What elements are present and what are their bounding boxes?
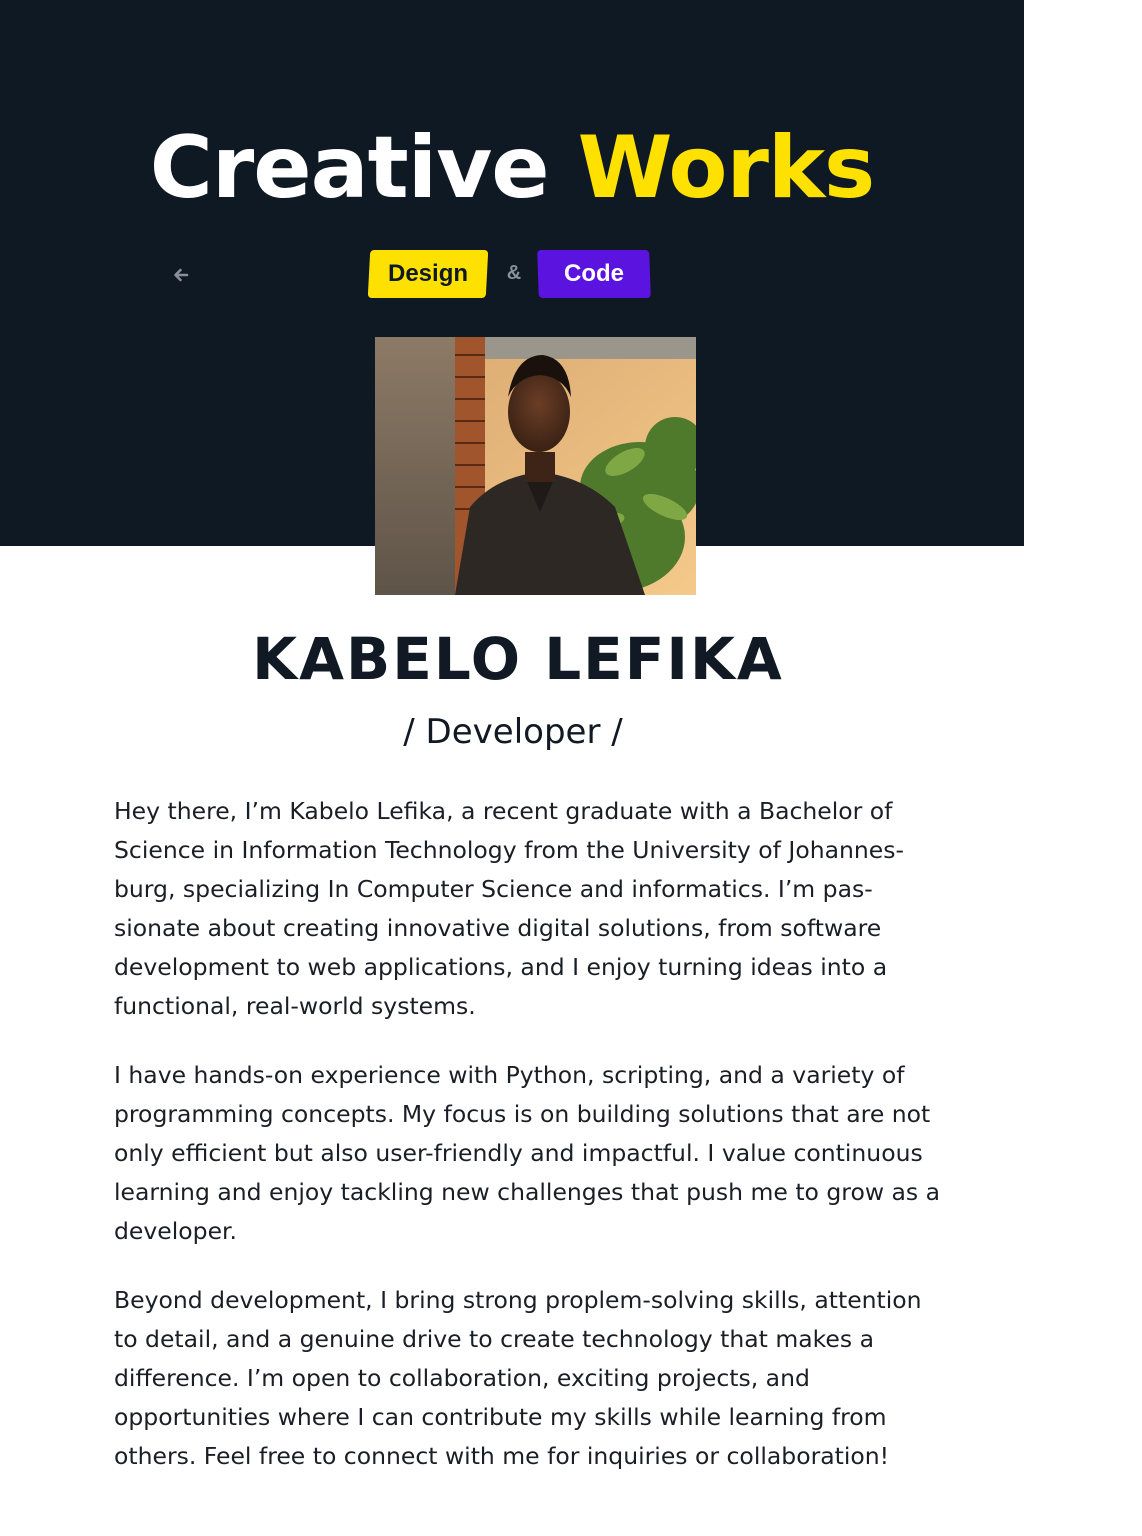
code-badge-label: Code bbox=[564, 260, 624, 287]
design-badge[interactable]: Design bbox=[367, 250, 489, 298]
title-main: Creative bbox=[149, 118, 578, 218]
code-badge[interactable]: Code bbox=[537, 250, 651, 298]
about-section: Hey there, I’m Kabelo Lefika, a recent g… bbox=[114, 792, 944, 1506]
arrow-left-icon[interactable] bbox=[168, 262, 194, 288]
profile-role: / Developer / bbox=[403, 712, 623, 752]
about-paragraph: I have hands-on experience with Python, … bbox=[114, 1061, 941, 1245]
arrow-left-svg bbox=[174, 268, 189, 282]
profile-photo bbox=[375, 337, 696, 595]
profile-name: KABELO LEFIKA bbox=[252, 625, 784, 693]
about-paragraph: Hey there, I’m Kabelo Lefika, a recent g… bbox=[114, 797, 904, 1020]
profile-photo-image bbox=[375, 337, 696, 595]
page-title: Creative Works bbox=[0, 118, 1024, 218]
title-accent: Works bbox=[577, 118, 876, 218]
ampersand-label: & bbox=[506, 262, 522, 284]
about-paragraph: Beyond development, I bring strong propl… bbox=[114, 1286, 922, 1470]
design-badge-label: Design bbox=[387, 260, 468, 287]
